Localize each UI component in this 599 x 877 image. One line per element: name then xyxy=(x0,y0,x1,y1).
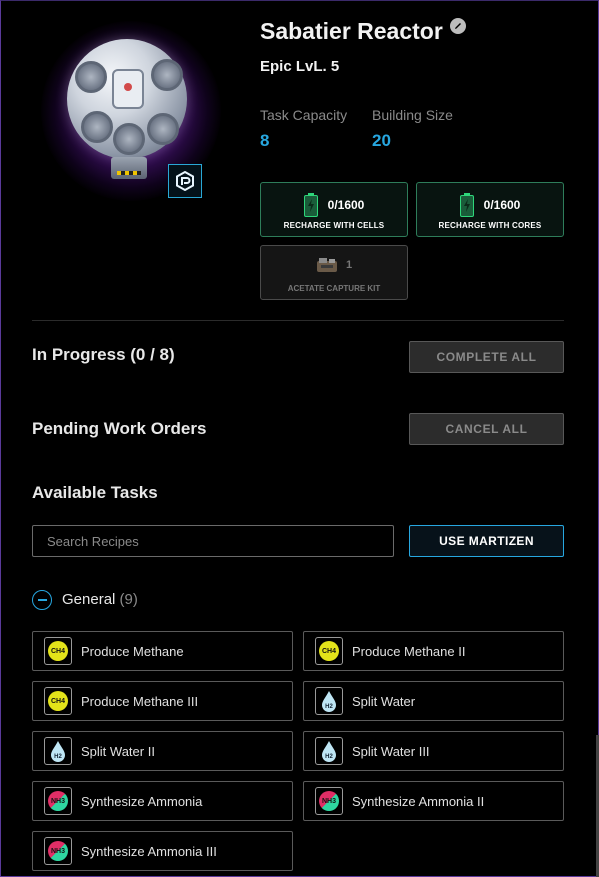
cores-count: 0/1600 xyxy=(483,198,521,212)
task-capacity-label: Task Capacity xyxy=(260,107,348,123)
building-panel: Sabatier Reactor Epic LvL. 5 Task Capaci… xyxy=(0,0,599,877)
search-recipes-input[interactable] xyxy=(32,525,394,557)
recharge-cores-label: RECHARGE WITH CORES xyxy=(438,221,542,230)
complete-all-button[interactable]: COMPLETE ALL xyxy=(409,341,564,373)
cancel-all-button[interactable]: CANCEL ALL xyxy=(409,413,564,445)
task-produce-methane-iii[interactable]: CH4 Produce Methane III xyxy=(32,681,293,721)
task-synthesize-ammonia-iii[interactable]: NH3 Synthesize Ammonia III xyxy=(32,831,293,871)
water-drop-icon: H2 xyxy=(315,687,343,715)
kit-label: ACETATE CAPTURE KIT xyxy=(287,284,381,293)
svg-text:H2: H2 xyxy=(325,754,333,760)
task-produce-methane-ii[interactable]: CH4 Produce Methane II xyxy=(303,631,564,671)
task-synthesize-ammonia-ii[interactable]: NH3 Synthesize Ammonia II xyxy=(303,781,564,821)
group-name: General xyxy=(62,591,116,608)
header-divider xyxy=(32,320,564,321)
recharge-cells-label: RECHARGE WITH CELLS xyxy=(283,221,385,230)
rarity-level: Epic LvL. 5 xyxy=(260,58,340,75)
task-split-water-iii[interactable]: H2 Split Water III xyxy=(303,731,564,771)
task-split-water-ii[interactable]: H2 Split Water II xyxy=(32,731,293,771)
water-drop-icon: H2 xyxy=(315,737,343,765)
task-split-water[interactable]: H2 Split Water xyxy=(303,681,564,721)
battery-icon xyxy=(459,193,474,217)
building-size-value: 20 xyxy=(372,131,391,150)
svg-text:H2: H2 xyxy=(325,704,333,710)
cells-count: 0/1600 xyxy=(327,198,365,212)
task-synthesize-ammonia[interactable]: NH3 Synthesize Ammonia xyxy=(32,781,293,821)
methane-icon: CH4 xyxy=(315,637,343,665)
collapse-group-icon[interactable] xyxy=(32,590,52,610)
in-progress-heading: In Progress (0 / 8) xyxy=(32,345,175,364)
ammonia-icon: NH3 xyxy=(44,787,72,815)
group-general-label: General (9) xyxy=(62,591,138,608)
edit-icon[interactable] xyxy=(449,17,466,34)
kit-count: 1 xyxy=(345,259,353,271)
ammonia-icon: NH3 xyxy=(315,787,343,815)
reactor-stand xyxy=(111,157,147,179)
building-size-label: Building Size xyxy=(372,107,453,123)
task-capacity-value: 8 xyxy=(260,131,270,150)
capture-kit-icon xyxy=(316,258,337,272)
reactor-sphere xyxy=(67,39,187,159)
recharge-cells-button[interactable]: 0/1600 RECHARGE WITH CELLS xyxy=(260,182,408,237)
building-title: Sabatier Reactor xyxy=(260,17,466,45)
group-count: (9) xyxy=(119,591,138,608)
svg-text:H2: H2 xyxy=(54,754,62,760)
use-martizen-button[interactable]: USE MARTIZEN xyxy=(409,525,564,557)
ammonia-icon: NH3 xyxy=(44,837,72,865)
methane-icon: CH4 xyxy=(44,637,72,665)
battery-icon xyxy=(303,193,318,217)
hex-logo-icon xyxy=(176,171,194,191)
water-drop-icon: H2 xyxy=(44,737,72,765)
pending-work-orders-heading: Pending Work Orders xyxy=(32,419,207,438)
recharge-cores-button[interactable]: 0/1600 RECHARGE WITH CORES xyxy=(416,182,564,237)
building-info-button[interactable] xyxy=(168,164,202,198)
building-name: Sabatier Reactor xyxy=(260,18,443,44)
task-produce-methane[interactable]: CH4 Produce Methane xyxy=(32,631,293,671)
methane-icon: CH4 xyxy=(44,687,72,715)
available-tasks-heading: Available Tasks xyxy=(32,483,158,502)
acetate-capture-kit-button[interactable]: 1 ACETATE CAPTURE KIT xyxy=(260,245,408,300)
